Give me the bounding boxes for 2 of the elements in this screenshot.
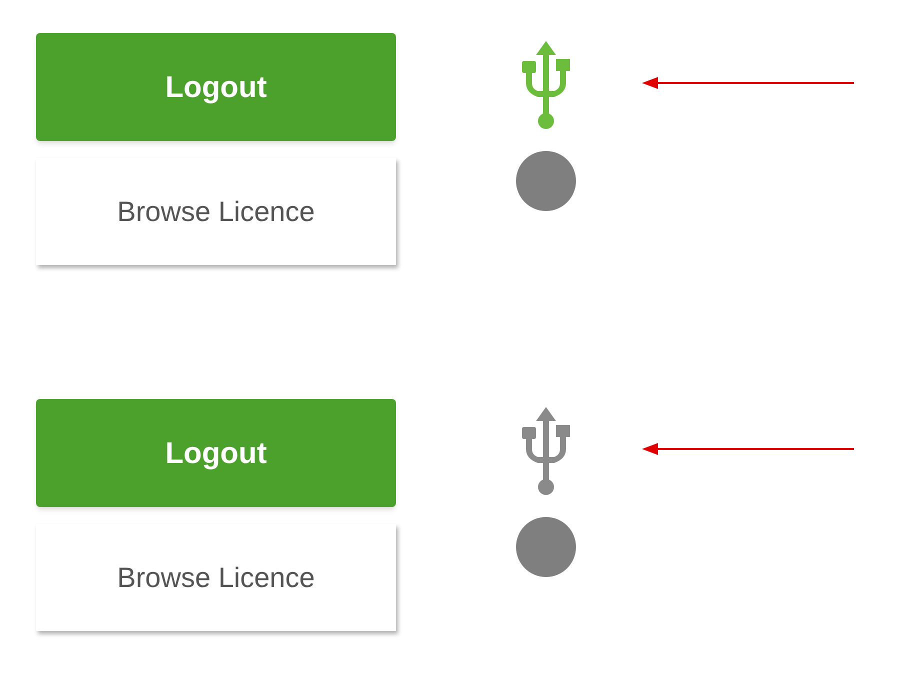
browse-licence-button[interactable]: Browse Licence	[36, 524, 396, 631]
browse-licence-button[interactable]: Browse Licence	[36, 158, 396, 265]
